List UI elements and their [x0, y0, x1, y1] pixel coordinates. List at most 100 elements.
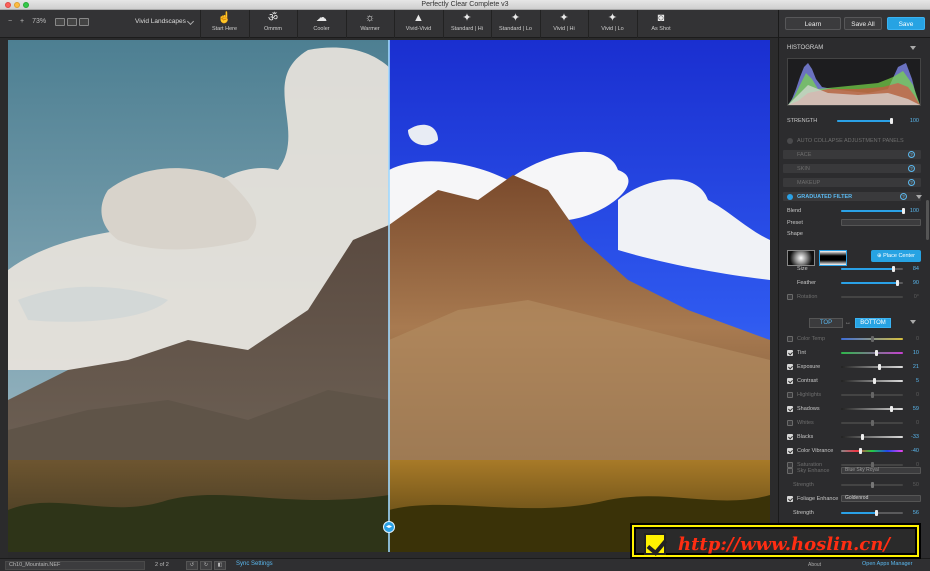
feather-slider[interactable]	[841, 280, 903, 286]
rotate-right-icon[interactable]: ↻	[200, 561, 212, 570]
preset-dropdown[interactable]	[841, 219, 921, 226]
makeup-section[interactable]: MAKEUP ?	[783, 178, 921, 187]
whites-slider-handle[interactable]	[871, 420, 874, 426]
preset-start-here[interactable]: ☝ Start Here	[200, 10, 248, 38]
graduated-filter-title: GRADUATED FILTER	[797, 194, 853, 200]
highlights-checkbox[interactable]	[787, 392, 793, 398]
tab-bottom[interactable]: BOTTOM	[855, 318, 891, 328]
help-icon[interactable]: ?	[900, 193, 907, 200]
tab-top[interactable]: TOP	[809, 318, 843, 328]
skin-section[interactable]: SKIN ?	[783, 164, 921, 173]
size-slider[interactable]	[841, 266, 903, 272]
blend-slider[interactable]	[841, 208, 905, 214]
help-icon[interactable]: ?	[908, 165, 915, 172]
compare-icon[interactable]: ◧	[214, 561, 226, 570]
foliage-strength-handle[interactable]	[874, 510, 878, 516]
rotation-slider[interactable]	[841, 296, 903, 298]
exposure-slider[interactable]	[841, 364, 903, 370]
strength-slider-handle[interactable]	[890, 118, 893, 124]
learn-button[interactable]: Learn	[785, 17, 841, 30]
preset-standard-lo[interactable]: ✦ Standard | Lo	[491, 10, 539, 38]
link-icon[interactable]: ↔	[845, 320, 851, 326]
single-view-icon[interactable]	[55, 18, 65, 26]
place-center-button[interactable]: ⊕ Place Center	[871, 250, 921, 262]
rotation-checkbox[interactable]	[787, 294, 793, 300]
preset-selector[interactable]: Vivid Landscapes	[135, 18, 186, 25]
saturation-slider[interactable]	[841, 462, 903, 468]
preset-vivid-hi[interactable]: ✦ Vivid | Hi	[539, 10, 588, 38]
sync-settings-button[interactable]: Sync Settings	[236, 561, 273, 567]
whites-checkbox[interactable]	[787, 420, 793, 426]
color-temp-slider[interactable]	[841, 336, 903, 342]
tint-checkbox[interactable]	[787, 350, 793, 356]
contrast-checkbox[interactable]	[787, 378, 793, 384]
linear-shape-option[interactable]	[819, 250, 847, 266]
size-slider-handle[interactable]	[892, 266, 896, 272]
save-button[interactable]: Save	[887, 17, 925, 30]
om-icon: ॐ	[267, 12, 279, 24]
preset-ommm[interactable]: ॐ Ommm	[248, 10, 297, 38]
zoom-in-button[interactable]: +	[20, 18, 24, 25]
split-divider[interactable]	[388, 40, 390, 552]
blacks-slider[interactable]	[841, 434, 903, 440]
foliage-enhance-checkbox[interactable]	[787, 496, 793, 502]
tint-slider-handle[interactable]	[874, 350, 878, 356]
split-handle-icon[interactable]: ◂▸	[383, 521, 395, 533]
color-vibrance-checkbox[interactable]	[787, 448, 793, 454]
highlights-slider-handle[interactable]	[871, 392, 874, 398]
graduated-filter-section[interactable]: GRADUATED FILTER ?	[783, 192, 921, 201]
rotate-left-icon[interactable]: ↺	[186, 561, 198, 570]
shadows-slider[interactable]	[841, 406, 903, 412]
save-all-button[interactable]: Save All	[844, 17, 882, 30]
about-link[interactable]: About	[808, 562, 821, 568]
radial-shape-option[interactable]	[787, 250, 815, 266]
sky-preset-dropdown[interactable]: Blue Sky Royal	[841, 467, 921, 474]
sky-strength-slider[interactable]	[841, 482, 903, 488]
contrast-slider-handle[interactable]	[872, 378, 876, 384]
foliage-strength-slider[interactable]	[841, 510, 903, 516]
preset-standard-hi[interactable]: ✦ Standard | Hi	[442, 10, 491, 38]
face-section[interactable]: FACE ?	[783, 150, 921, 159]
chevron-down-icon[interactable]	[186, 17, 195, 26]
strength-value: 100	[909, 118, 919, 124]
auto-collapse-toggle[interactable]	[787, 138, 793, 144]
preset-warmer[interactable]: ☼ Warmer	[345, 10, 394, 38]
color-vibrance-slider[interactable]	[841, 448, 903, 454]
help-icon[interactable]: ?	[908, 151, 915, 158]
contrast-slider[interactable]	[841, 378, 903, 384]
tint-slider[interactable]	[841, 350, 903, 356]
exposure-slider-handle[interactable]	[878, 364, 882, 370]
collapse-graduated-filter-icon[interactable]	[916, 195, 922, 199]
graduated-filter-toggle[interactable]	[787, 193, 793, 200]
highlights-slider[interactable]	[841, 392, 903, 398]
blend-label: Blend	[787, 208, 802, 214]
side-by-side-view-icon[interactable]	[79, 18, 89, 26]
zoom-out-button[interactable]: −	[8, 18, 12, 25]
split-view-icon[interactable]	[67, 18, 77, 26]
panel-scrollbar[interactable]	[926, 200, 929, 240]
tab-chevron-icon[interactable]	[910, 320, 916, 324]
whites-slider[interactable]	[841, 420, 903, 426]
strength-slider[interactable]	[837, 118, 893, 124]
color-vibrance-slider-handle[interactable]	[858, 448, 862, 454]
blacks-checkbox[interactable]	[787, 434, 793, 440]
preset-vivid-vivid[interactable]: ▲ Vivid-Vivid	[394, 10, 442, 38]
color-temp-slider-handle[interactable]	[871, 336, 874, 342]
blacks-slider-handle[interactable]	[861, 434, 865, 440]
preset-cooler[interactable]: ☁ Cooler	[297, 10, 345, 38]
color-temp-checkbox[interactable]	[787, 336, 793, 342]
shadows-slider-handle[interactable]	[889, 406, 893, 412]
filename-field[interactable]: Ch10_Mountain.NEF	[5, 561, 145, 570]
preset-label: Vivid-Vivid	[405, 26, 432, 32]
preset-vivid-lo[interactable]: ✦ Vivid | Lo	[588, 10, 636, 38]
checkmark-icon	[644, 533, 666, 555]
collapse-histogram-icon[interactable]	[910, 46, 916, 50]
shadows-checkbox[interactable]	[787, 406, 793, 412]
foliage-preset-dropdown[interactable]: Goldenrod	[841, 495, 921, 502]
sky-enhance-checkbox[interactable]	[787, 468, 793, 474]
exposure-checkbox[interactable]	[787, 364, 793, 370]
preset-as-shot[interactable]: ◙ As Shot	[636, 10, 685, 38]
help-icon[interactable]: ?	[908, 179, 915, 186]
open-apps-manager-link[interactable]: Open Apps Manager	[862, 561, 912, 567]
sky-strength-handle[interactable]	[871, 482, 874, 488]
